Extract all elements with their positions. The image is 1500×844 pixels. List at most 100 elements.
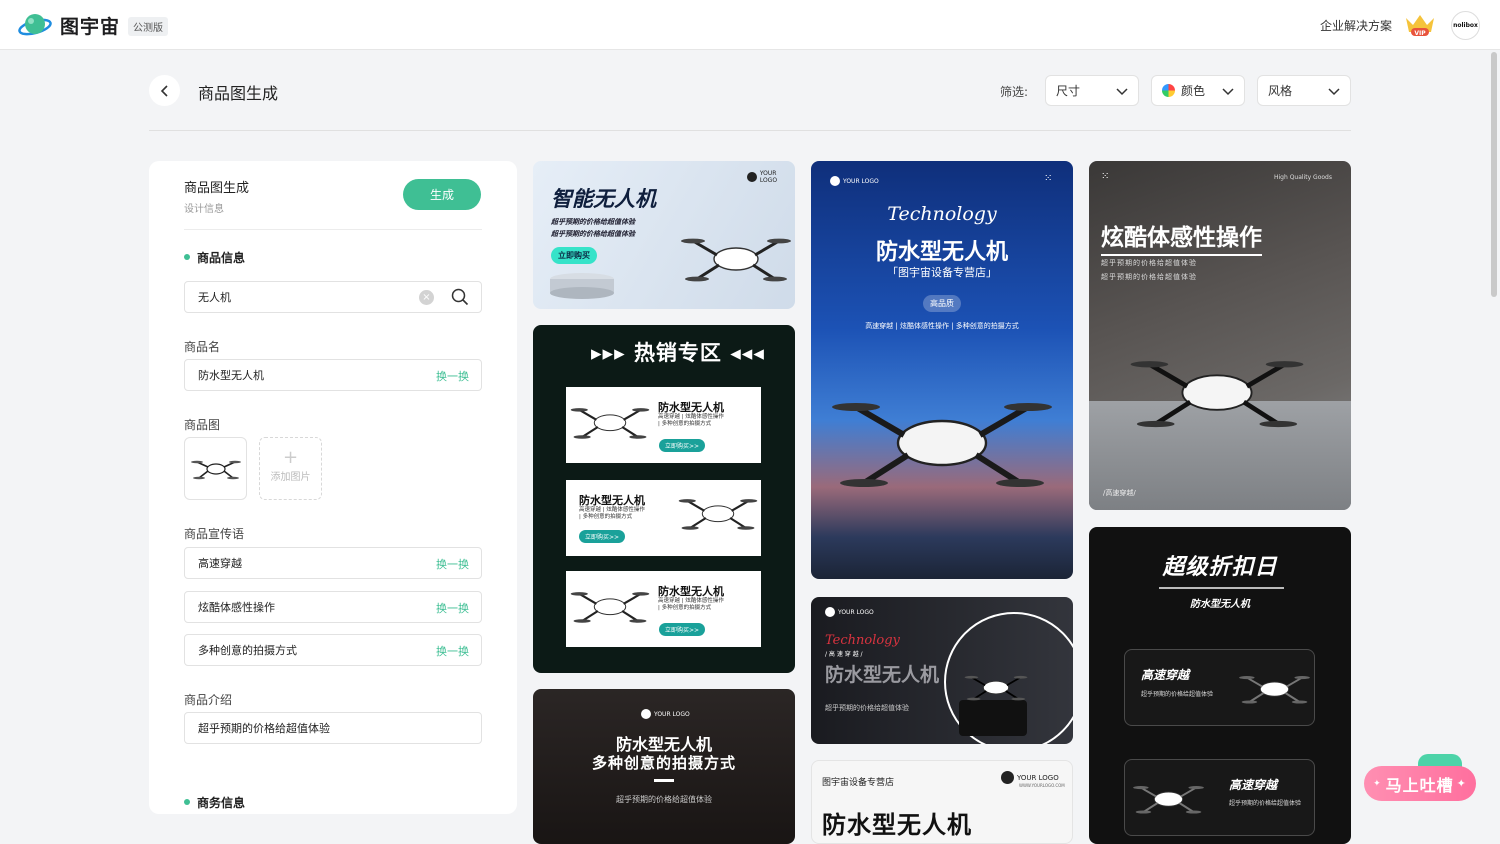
quality-badge: 高品质 [923, 295, 961, 312]
slogan-field-1[interactable]: 高速穿越 换一换 [184, 547, 482, 579]
filter-label: 筛选: [1000, 85, 1029, 99]
add-image-label: 添加图片 [270, 472, 311, 483]
template-card-light-store[interactable]: 图宇宙设备专营店 YOUR LOGO WWW.YOURLOGO.COM 防水型无… [811, 760, 1073, 844]
feedback-label: 马上吐槽 [1385, 775, 1454, 795]
intro-label: 商品介绍 [184, 693, 233, 707]
page-title: 商品图生成 [198, 84, 279, 103]
back-button[interactable] [149, 75, 180, 106]
card-tag: / 高 速 穿 越 / [825, 651, 863, 658]
template-card-hot-sale[interactable]: ▸▸▸ 热销专区 ◂◂◂ 防水型无人机 高速穿越 | 炫酷体感性操作 | 多种创… [533, 325, 795, 673]
promo-button: 立即购买>> [659, 623, 706, 636]
chevron-down-icon [1116, 88, 1128, 96]
chevron-left-icon [160, 84, 168, 97]
product-search-input[interactable]: 无人机 × [184, 281, 482, 313]
search-icon[interactable] [451, 288, 469, 306]
pedestal-icon [550, 273, 614, 299]
panel-title: 商品图生成 [184, 181, 250, 196]
promo-title: 防水型无人机 [579, 494, 645, 507]
promo-item-2: 防水型无人机 高速穿越 | 炫酷体感性操作 | 多种创意的拍摄方式 立即购买>> [566, 480, 761, 556]
promo-sub: 高速穿越 | 炫酷体感性操作 [658, 598, 724, 604]
card-title: 炫酷体感性操作 [1101, 218, 1262, 256]
template-card-super-discount[interactable]: 超级折扣日 防水型无人机 高速穿越 超乎预期的价格给超值体验 高速穿越 超乎预期… [1089, 527, 1351, 844]
logo-url: WWW.YOURLOGO.COM [1019, 783, 1065, 788]
intro-field[interactable]: 超乎预期的价格给超值体验 [184, 712, 482, 744]
template-card-technology-poster[interactable]: YOUR LOGO ⁙ Technology 防水型无人机 「图宇宙设备专营店」… [811, 161, 1073, 579]
search-value: 无人机 [198, 291, 231, 304]
color-filter-dropdown[interactable]: 颜色 [1151, 75, 1245, 106]
promo-sub: | 多种创意的拍摄方式 [579, 514, 633, 520]
slogan-field-3[interactable]: 多种创意的拍摄方式 换一换 [184, 634, 482, 666]
slogan-value: 多种创意的拍摄方式 [198, 644, 297, 657]
clear-icon[interactable]: × [419, 290, 434, 305]
promo-title: 防水型无人机 [658, 401, 724, 414]
card-tag: /高速穿越/ [1103, 489, 1136, 497]
slogan-label: 商品宣传语 [184, 527, 245, 541]
card-title: 防水型无人机 [822, 811, 972, 839]
script-title: Technology [887, 203, 997, 225]
drone-thumbnail-icon [190, 460, 241, 479]
product-name-field[interactable]: 防水型无人机 换一换 [184, 359, 482, 391]
swap-button[interactable]: 换一换 [436, 368, 469, 384]
promo-button: 立即购买>> [659, 439, 706, 452]
beta-badge: 公测版 [128, 17, 168, 36]
promo-title: 防水型无人机 [658, 585, 724, 598]
card-title: ▸▸▸ 热销专区 ◂◂◂ [591, 341, 765, 365]
panel-divider [184, 229, 482, 230]
logo-badge: YOUR LOGO [747, 170, 795, 184]
vip-crown-icon[interactable]: VIP [1403, 12, 1437, 38]
style-filter-dropdown[interactable]: 风格 [1257, 75, 1351, 106]
feature-box-2: 高速穿越 超乎预期的价格给超值体验 [1124, 759, 1315, 836]
hot-sale-title: 热销专区 [633, 341, 722, 365]
tagline: High Quality Goods [1274, 174, 1332, 181]
drone-icon [832, 403, 1052, 487]
template-card-grey-shadow[interactable]: ⁙ High Quality Goods 炫酷体感性操作 超乎预期的价格给超值体… [1089, 161, 1351, 510]
card-title: 多种创意的拍摄方式 [591, 754, 736, 772]
top-bar: 图宇宙 公测版 企业解决方案 VIP nolibox [0, 0, 1500, 50]
feedback-button[interactable]: ✦ 马上吐槽 ✦ [1364, 766, 1476, 801]
color-wheel-icon [1162, 84, 1175, 97]
sparkle-icon: ✦ [1373, 778, 1382, 789]
store-name: 图宇宙设备专营店 [822, 778, 895, 788]
template-card-dark-text[interactable]: YOUR LOGO 防水型无人机 多种创意的拍摄方式 超乎预期的价格给超值体验 [533, 689, 795, 844]
brand-name[interactable]: 图宇宙 [60, 12, 120, 39]
feature-box-1: 高速穿越 超乎预期的价格给超值体验 [1124, 649, 1315, 726]
drone-icon [1239, 676, 1310, 704]
slogan-field-2[interactable]: 炫酷体感性操作 换一换 [184, 591, 482, 623]
avatar[interactable]: nolibox [1451, 11, 1480, 40]
card-title: 智能无人机 [551, 187, 656, 211]
template-card-smart-drone[interactable]: YOUR LOGO 智能无人机 超乎预期的价格给超值体验 超乎预期的价格给超值体… [533, 161, 795, 309]
panel-subtitle: 设计信息 [184, 204, 224, 215]
drone-icon [570, 408, 650, 439]
promo-sub: | 多种创意的拍摄方式 [658, 421, 712, 427]
store-name: 「图宇宙设备专营店」 [887, 266, 997, 279]
swap-button[interactable]: 换一换 [436, 643, 469, 659]
template-card-dark-circle[interactable]: YOUR LOGO Technology / 高 速 穿 越 / 防水型无人机 … [811, 597, 1073, 744]
logo-badge: YOUR LOGO [825, 607, 874, 617]
design-info-panel: 商品图生成 设计信息 生成 商品信息 无人机 × 商品名 防水型无人机 换一换 … [149, 161, 517, 814]
card-line: 超乎预期的价格给超值体验 [551, 230, 635, 238]
card-title: 防水型无人机 [875, 240, 1008, 265]
drone-icon [1133, 786, 1204, 814]
card-sub: 超乎预期的价格给超值体验 [616, 795, 712, 804]
style-filter-label: 风格 [1268, 84, 1293, 98]
product-name-label: 商品名 [184, 340, 221, 354]
card-sub: 防水型无人机 [1190, 599, 1250, 610]
product-image-thumbnail[interactable] [184, 437, 247, 500]
sparkle-icon: ✦ [1456, 777, 1467, 790]
header-divider [149, 130, 1351, 131]
swap-button[interactable]: 换一换 [436, 556, 469, 572]
section-business-info: 商务信息 [184, 794, 245, 811]
title-underline [654, 779, 674, 782]
card-title: 防水型无人机 [825, 664, 940, 686]
enterprise-solutions-link[interactable]: 企业解决方案 [1320, 17, 1392, 34]
feature-sub: 超乎预期的价格给超值体验 [1141, 691, 1214, 698]
drone-icon [570, 592, 650, 623]
swap-button[interactable]: 换一换 [436, 600, 469, 616]
generate-button[interactable]: 生成 [403, 179, 481, 210]
page-scrollbar[interactable] [1491, 52, 1497, 297]
size-filter-dropdown[interactable]: 尺寸 [1045, 75, 1139, 106]
planet-logo-icon[interactable] [18, 10, 52, 40]
logo-badge: YOUR LOGO [830, 176, 879, 186]
feature-line: 高速穿越 | 炫酷体感性操作 | 多种创意的拍摄方式 [865, 322, 1019, 330]
add-image-button[interactable]: + 添加图片 [259, 437, 322, 500]
